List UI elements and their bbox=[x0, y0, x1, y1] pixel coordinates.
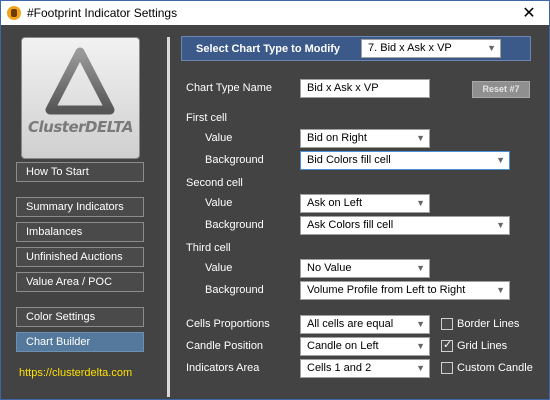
second-cell-value-label: Value bbox=[205, 197, 233, 209]
indicators-area-dropdown[interactable]: Cells 1 and 2 ▼ bbox=[300, 359, 430, 378]
second-cell-value: Ask on Left bbox=[307, 197, 363, 209]
chevron-down-icon: ▼ bbox=[496, 155, 505, 165]
third-cell-value-label: Value bbox=[205, 262, 233, 274]
title-bar: #Footprint Indicator Settings ✕ bbox=[1, 1, 549, 25]
third-cell-value-dropdown[interactable]: No Value ▼ bbox=[300, 259, 430, 278]
sidebar: ClusterDELTA How To Start Summary Indica… bbox=[1, 25, 161, 399]
reset-button[interactable]: Reset #7 bbox=[472, 81, 530, 98]
custom-candle-label: Custom Candle bbox=[457, 362, 533, 374]
window-title: #Footprint Indicator Settings bbox=[27, 6, 178, 20]
chart-type-selector-bar: Select Chart Type to Modify 7. Bid x Ask… bbox=[181, 36, 531, 61]
chevron-down-icon: ▼ bbox=[496, 285, 505, 295]
chart-builder-panel: Select Chart Type to Modify 7. Bid x Ask… bbox=[170, 25, 549, 399]
candle-position-dropdown[interactable]: Candle on Left ▼ bbox=[300, 337, 430, 356]
border-lines-label: Border Lines bbox=[457, 318, 520, 330]
nav-summary-indicators[interactable]: Summary Indicators bbox=[16, 197, 144, 217]
nav-value-area-poc[interactable]: Value Area / POC bbox=[16, 272, 144, 292]
grid-lines-label: Grid Lines bbox=[457, 340, 508, 352]
cells-proportions-dropdown[interactable]: All cells are equal ▼ bbox=[300, 315, 430, 334]
chart-type-dropdown[interactable]: 7. Bid x Ask x VP ▼ bbox=[361, 39, 501, 58]
nav-how-to-start[interactable]: How To Start bbox=[16, 162, 144, 182]
chevron-down-icon: ▼ bbox=[416, 198, 425, 208]
first-cell-value: Bid on Right bbox=[307, 132, 367, 144]
nav-unfinished-auctions[interactable]: Unfinished Auctions bbox=[16, 247, 144, 267]
second-cell-heading: Second cell bbox=[186, 177, 243, 189]
candle-position-label: Candle Position bbox=[186, 340, 264, 352]
second-cell-value-dropdown[interactable]: Ask on Left ▼ bbox=[300, 194, 430, 213]
second-cell-background: Ask Colors fill cell bbox=[307, 219, 394, 231]
third-cell-background: Volume Profile from Left to Right bbox=[307, 284, 466, 296]
grid-lines-checkbox[interactable] bbox=[441, 338, 453, 352]
third-cell-value: No Value bbox=[307, 262, 352, 274]
chevron-down-icon: ▼ bbox=[416, 363, 425, 373]
nav-chart-builder[interactable]: Chart Builder bbox=[16, 332, 144, 352]
cells-proportions-label: Cells Proportions bbox=[186, 318, 270, 330]
first-cell-background: Bid Colors fill cell bbox=[307, 154, 391, 166]
website-link[interactable]: https://clusterdelta.com bbox=[19, 367, 132, 379]
chevron-down-icon: ▼ bbox=[496, 220, 505, 230]
chevron-down-icon: ▼ bbox=[487, 43, 496, 53]
first-cell-value-label: Value bbox=[205, 132, 233, 144]
chevron-down-icon: ▼ bbox=[416, 133, 425, 143]
first-cell-background-dropdown[interactable]: Bid Colors fill cell ▼ bbox=[300, 151, 510, 170]
nav-color-settings[interactable]: Color Settings bbox=[16, 307, 144, 327]
first-cell-heading: First cell bbox=[186, 112, 227, 124]
chevron-down-icon: ▼ bbox=[416, 319, 425, 329]
second-cell-background-dropdown[interactable]: Ask Colors fill cell ▼ bbox=[300, 216, 510, 235]
border-lines-checkbox[interactable] bbox=[441, 318, 453, 330]
indicators-area-label: Indicators Area bbox=[186, 362, 260, 374]
chevron-down-icon: ▼ bbox=[416, 341, 425, 351]
third-cell-background-label: Background bbox=[205, 284, 264, 296]
chart-type-name-label: Chart Type Name bbox=[186, 82, 273, 94]
chart-type-dropdown-value: 7. Bid x Ask x VP bbox=[368, 42, 452, 54]
first-cell-value-dropdown[interactable]: Bid on Right ▼ bbox=[300, 129, 430, 148]
third-cell-heading: Third cell bbox=[186, 242, 231, 254]
nav-imbalances[interactable]: Imbalances bbox=[16, 222, 144, 242]
settings-window: #Footprint Indicator Settings ✕ ClusterD… bbox=[0, 0, 550, 400]
cells-proportions-value: All cells are equal bbox=[307, 318, 394, 330]
candle-position-value: Candle on Left bbox=[307, 340, 379, 352]
third-cell-background-dropdown[interactable]: Volume Profile from Left to Right ▼ bbox=[300, 281, 510, 300]
second-cell-background-label: Background bbox=[205, 219, 264, 231]
clusterdelta-logo: ClusterDELTA bbox=[21, 37, 140, 159]
app-icon bbox=[7, 6, 21, 20]
close-icon[interactable]: ✕ bbox=[509, 1, 549, 25]
logo-text: ClusterDELTA bbox=[28, 118, 133, 136]
first-cell-background-label: Background bbox=[205, 154, 264, 166]
custom-candle-checkbox[interactable] bbox=[441, 362, 453, 374]
chevron-down-icon: ▼ bbox=[416, 263, 425, 273]
indicators-area-value: Cells 1 and 2 bbox=[307, 362, 372, 374]
chart-type-name-input[interactable]: Bid x Ask x VP bbox=[300, 79, 430, 98]
chart-type-selector-label: Select Chart Type to Modify bbox=[196, 43, 341, 55]
